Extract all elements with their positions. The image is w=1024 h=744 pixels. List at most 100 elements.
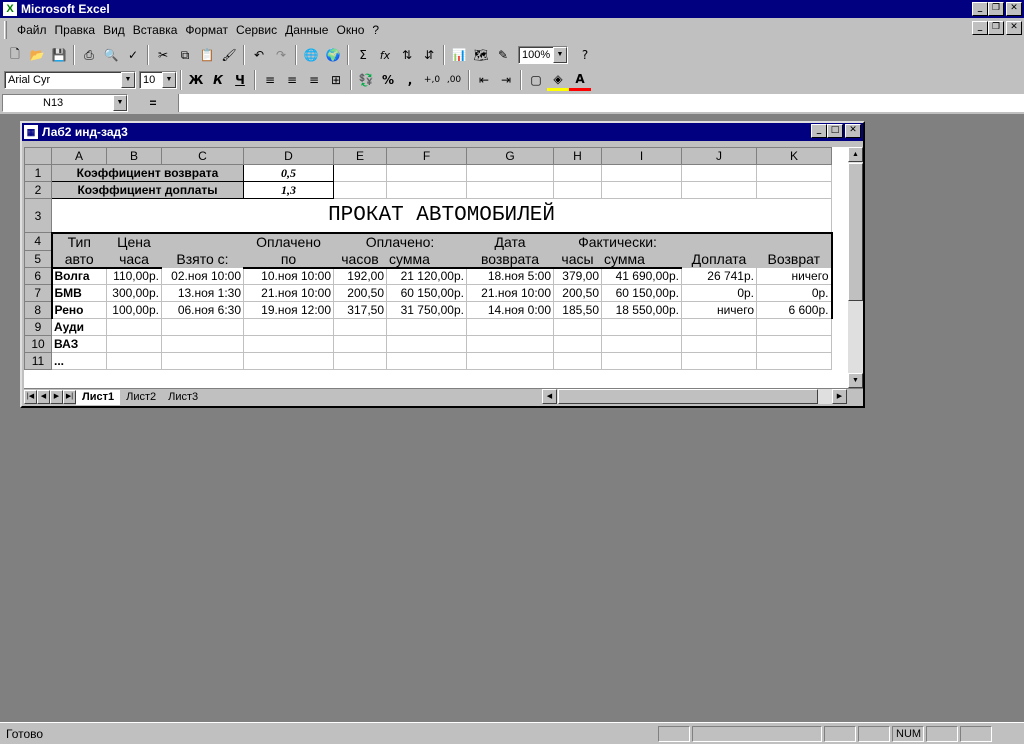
cell-h[interactable]: 200,50 [553,284,602,302]
doc-close-button[interactable]: ✕ [1006,21,1022,35]
chevron-down-icon[interactable]: ▼ [553,47,567,63]
sheet-table[interactable]: A B C D E F G H I J K 1 Коэффициент возв… [24,147,833,370]
cell-i[interactable]: 18 550,00р. [601,301,682,319]
cell[interactable] [756,164,832,182]
cell[interactable] [386,181,467,199]
cell[interactable] [333,181,387,199]
cell-f[interactable]: 21 120,00р. [386,267,467,285]
cell[interactable] [466,318,554,336]
cell[interactable] [333,318,387,336]
scroll-down-icon[interactable]: ▼ [848,373,863,388]
row-header[interactable]: 3 [24,198,52,233]
header-actual-sum[interactable]: сумма [601,249,682,269]
cell[interactable] [386,318,467,336]
col-header[interactable]: H [553,147,602,165]
header-paid-until-2[interactable]: по [243,249,334,269]
cell[interactable] [681,352,757,370]
chevron-down-icon[interactable]: ▼ [113,95,127,111]
font-combo[interactable]: Arial Cyr ▼ [4,71,136,89]
cell[interactable] [243,352,334,370]
row-header[interactable]: 2 [24,181,52,199]
row-header[interactable]: 1 [24,164,52,182]
header-type-2[interactable]: авто [50,249,107,269]
cell-b[interactable]: 300,00р. [106,284,162,302]
cut-icon[interactable]: ✂ [152,44,174,66]
cell[interactable] [161,352,244,370]
zoom-combo[interactable]: 100% ▼ [518,46,568,64]
name-box[interactable]: N13 ▼ [2,94,128,112]
cell[interactable] [243,335,334,353]
save-icon[interactable]: 💾 [48,44,70,66]
align-center-icon[interactable]: ≡ [281,69,303,91]
extra-car[interactable]: ... [51,352,107,370]
scroll-thumb[interactable] [848,163,863,301]
cell[interactable] [756,181,832,199]
cell-a[interactable]: Рено [50,301,107,319]
cell-d[interactable]: 10.ноя 10:00 [243,267,334,285]
cell-k[interactable]: 6 600р. [756,301,833,319]
italic-button[interactable]: К [207,69,229,91]
cell-k[interactable]: ничего [756,267,833,285]
bold-button[interactable]: Ж [185,69,207,91]
chevron-down-icon[interactable]: ▼ [162,72,176,88]
header-refund[interactable]: Возврат [756,232,833,268]
row-header[interactable]: 10 [24,335,52,353]
cell[interactable] [553,318,602,336]
increase-indent-icon[interactable]: ⇥ [495,69,517,91]
map-icon[interactable]: 🗺 [470,44,492,66]
menu-format[interactable]: Формат [181,23,232,37]
open-icon[interactable]: 📂 [26,44,48,66]
extra-car[interactable]: Ауди [51,318,107,336]
header-taken[interactable]: Взято с: [161,232,244,268]
row-header[interactable]: 8 [24,301,52,319]
close-button[interactable]: ✕ [1006,2,1022,16]
cell-g[interactable]: 14.ноя 0:00 [466,301,554,319]
cell-k[interactable]: 0р. [756,284,833,302]
cell-j[interactable]: 26 741р. [681,267,757,285]
cell[interactable] [386,164,467,182]
web-toolbar-icon[interactable]: 🌍 [322,44,344,66]
vertical-scrollbar[interactable]: ▲ ▼ [848,147,863,388]
cell[interactable] [681,335,757,353]
cell-i[interactable]: 41 690,00р. [601,267,682,285]
row-header[interactable]: 6 [24,267,52,285]
cell-e[interactable]: 317,50 [333,301,387,319]
cell-f[interactable]: 31 750,00р. [386,301,467,319]
fill-color-icon[interactable]: ◈ [547,69,569,91]
header-return-date-2[interactable]: возврата [466,249,554,269]
menu-insert[interactable]: Вставка [129,23,182,37]
align-right-icon[interactable]: ≡ [303,69,325,91]
cell[interactable] [553,181,602,199]
cell[interactable] [386,335,467,353]
formula-equals[interactable]: = [128,96,178,110]
hyperlink-icon[interactable]: 🌐 [300,44,322,66]
cell-d[interactable]: 21.ноя 10:00 [243,284,334,302]
menu-window[interactable]: Окно [332,23,368,37]
menu-edit[interactable]: Правка [51,23,100,37]
header-price[interactable]: Цена [106,232,162,251]
menu-tools[interactable]: Сервис [232,23,281,37]
cell-h[interactable]: 185,50 [553,301,602,319]
decrease-decimal-icon[interactable]: ,00 [443,69,465,91]
menu-view[interactable]: Вид [99,23,129,37]
row-header[interactable]: 4 [24,232,52,251]
menu-help[interactable]: ? [368,23,383,37]
col-header[interactable]: C [161,147,244,165]
cell[interactable] [466,164,554,182]
header-paid-sum[interactable]: сумма [386,249,467,269]
sort-descending-icon[interactable]: ⇵ [418,44,440,66]
cell-g[interactable]: 21.ноя 10:00 [466,284,554,302]
cell[interactable] [553,164,602,182]
doc-restore-button[interactable]: ❐ [988,21,1004,35]
paste-icon[interactable]: 📋 [196,44,218,66]
cell[interactable] [553,335,602,353]
sort-ascending-icon[interactable]: ⇅ [396,44,418,66]
row-header[interactable]: 11 [24,352,52,370]
cell[interactable] [243,318,334,336]
col-header[interactable]: B [106,147,162,165]
scroll-left-icon[interactable]: ◀ [542,389,557,404]
cell[interactable] [106,318,162,336]
header-actual[interactable]: Фактически: [553,232,682,251]
cell-d[interactable]: 19.ноя 12:00 [243,301,334,319]
print-preview-icon[interactable]: 🔍 [100,44,122,66]
